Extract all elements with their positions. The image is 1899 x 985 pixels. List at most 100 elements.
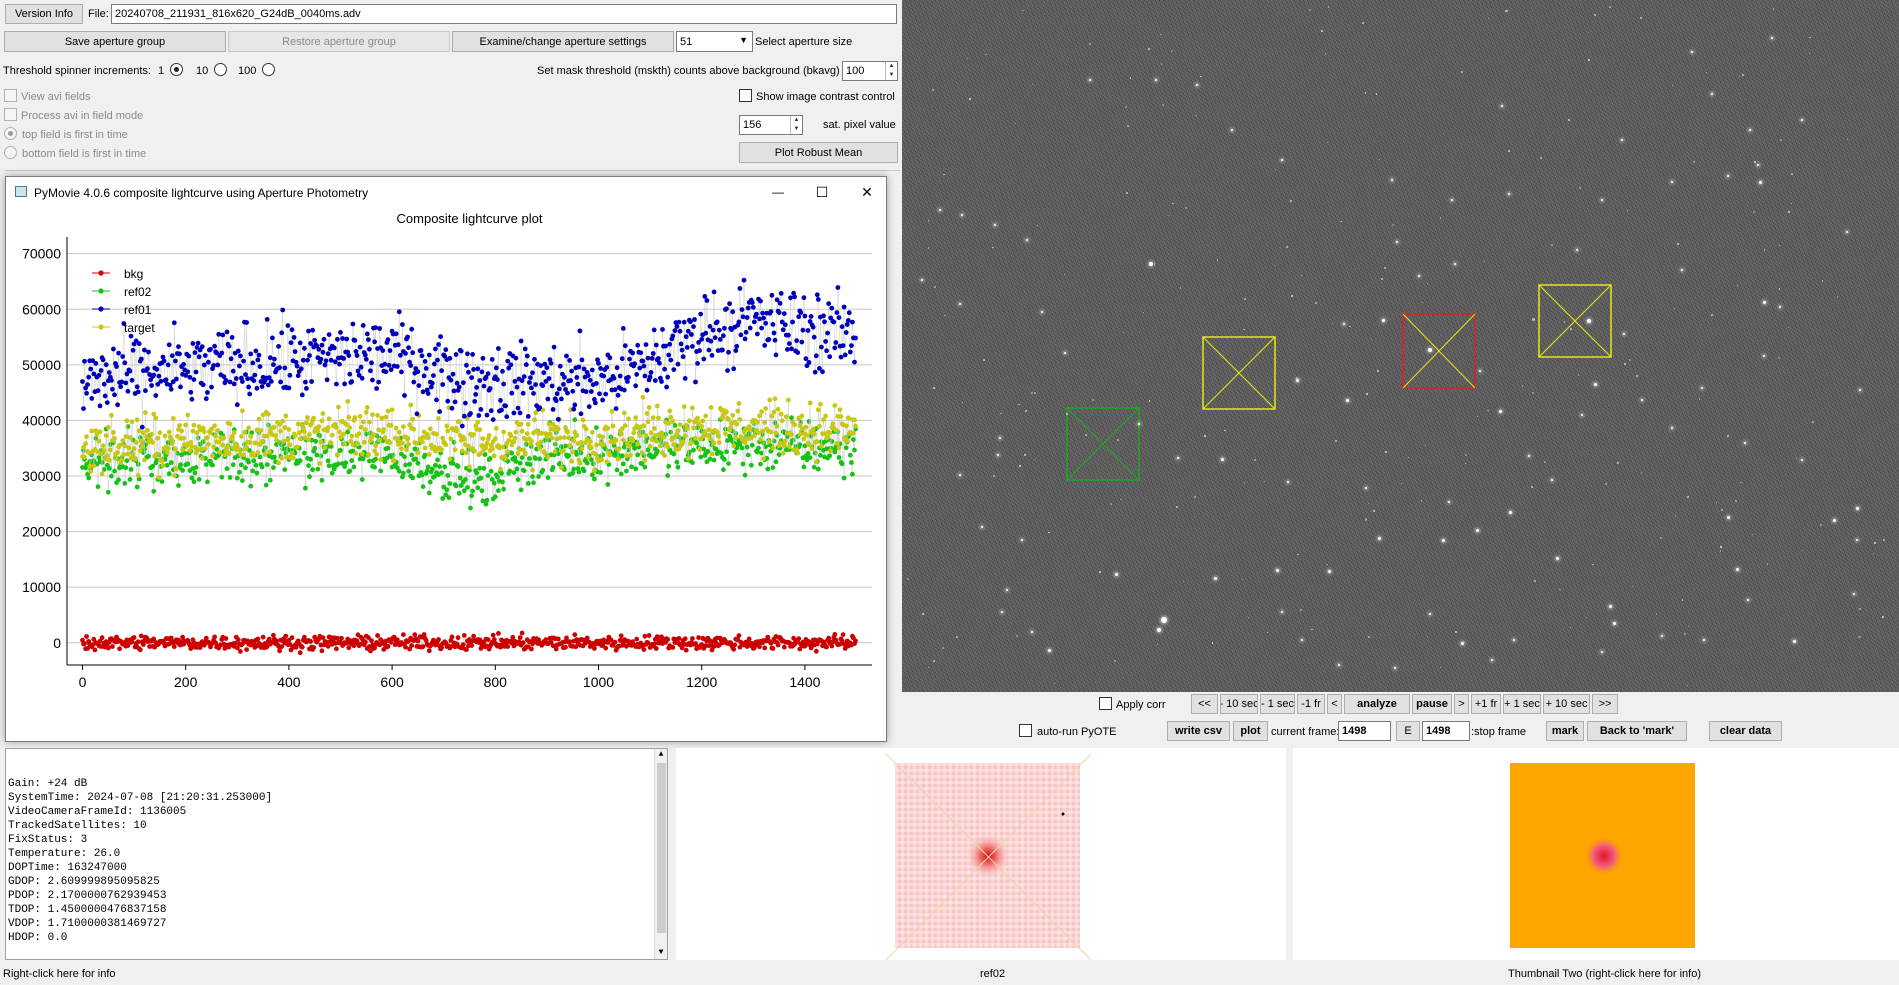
sat-pixel-spinner[interactable]: 156 ▲ ▼ xyxy=(739,115,803,135)
status-info-left[interactable]: Right-click here for info xyxy=(3,968,116,980)
scroll-up-icon[interactable]: ▲ xyxy=(656,750,666,760)
data-point xyxy=(807,455,813,460)
mark-button[interactable]: mark xyxy=(1546,721,1584,741)
star xyxy=(1160,33,1162,35)
first-button[interactable]: << xyxy=(1191,694,1218,714)
maximize-icon[interactable]: ☐ xyxy=(812,182,832,202)
data-point xyxy=(736,401,742,406)
data-point xyxy=(251,378,257,384)
data-point xyxy=(168,386,174,392)
data-point xyxy=(279,455,285,461)
lightcurve-plot-window[interactable]: PyMovie 4.0.6 composite lightcurve using… xyxy=(5,176,887,742)
data-point xyxy=(720,347,725,353)
mask-threshold-spinner[interactable]: 100 ▲ ▼ xyxy=(842,61,898,81)
data-point xyxy=(469,375,474,380)
data-point xyxy=(114,364,119,369)
step-forward-button[interactable]: > xyxy=(1454,694,1469,714)
data-point xyxy=(425,391,431,396)
star xyxy=(1031,631,1033,633)
data-point xyxy=(529,438,534,444)
threshold-opt-10-radio[interactable] xyxy=(214,63,227,76)
data-point xyxy=(668,357,674,363)
auto-run-pyote-checkbox[interactable] xyxy=(1019,724,1032,737)
status-thumb-two[interactable]: Thumbnail Two (right-click here for info… xyxy=(1508,968,1701,980)
minus-1-frame-button[interactable]: -1 fr xyxy=(1297,694,1325,714)
plus-10-sec-button[interactable]: + 10 sec xyxy=(1543,694,1590,714)
apply-corr-checkbox[interactable] xyxy=(1099,697,1112,710)
restore-aperture-group-button[interactable]: Restore aperture group xyxy=(228,31,450,52)
data-point xyxy=(208,346,213,352)
plus-1-frame-button[interactable]: +1 fr xyxy=(1471,694,1501,714)
last-button[interactable]: >> xyxy=(1592,694,1618,714)
data-point xyxy=(475,419,481,425)
aperture-yellow-1[interactable] xyxy=(1202,336,1276,410)
back-to-mark-button[interactable]: Back to 'mark' xyxy=(1587,721,1687,741)
star xyxy=(1873,542,1876,544)
data-point xyxy=(456,419,462,424)
bottom-field-first-radio[interactable] xyxy=(4,146,17,159)
star xyxy=(1177,457,1179,459)
analyze-button[interactable]: analyze xyxy=(1344,694,1410,714)
clear-data-button[interactable]: clear data xyxy=(1709,721,1782,741)
data-point xyxy=(405,437,410,442)
data-point xyxy=(775,406,781,412)
data-point xyxy=(180,468,186,473)
plot-robust-mean-button[interactable]: Plot Robust Mean xyxy=(739,142,898,163)
info-scrollbar[interactable]: ▲ ▼ xyxy=(654,749,667,959)
scroll-thumb[interactable] xyxy=(657,763,666,933)
spinner-arrows-icon[interactable]: ▲ ▼ xyxy=(885,62,897,80)
save-aperture-group-button[interactable]: Save aperture group xyxy=(4,31,226,52)
top-field-first-radio[interactable] xyxy=(4,127,17,140)
aperture-green[interactable] xyxy=(1066,407,1140,481)
view-avi-fields-checkbox[interactable] xyxy=(4,89,17,102)
video-frame-image[interactable] xyxy=(902,0,1899,692)
version-info-button[interactable]: Version Info xyxy=(5,4,83,24)
data-point xyxy=(237,447,242,453)
data-point xyxy=(850,319,855,325)
aperture-red[interactable] xyxy=(1402,313,1476,389)
data-point xyxy=(514,466,520,472)
file-path-field[interactable]: 20240708_211931_816x620_G24dB_0040ms.adv xyxy=(111,4,897,24)
data-point xyxy=(484,497,490,503)
data-point xyxy=(654,448,660,454)
threshold-opt-100-radio[interactable] xyxy=(262,63,275,76)
show-contrast-checkbox[interactable] xyxy=(739,89,752,102)
aperture-yellow-2[interactable] xyxy=(1538,284,1612,358)
data-point xyxy=(501,381,506,387)
minus-1-sec-button[interactable]: - 1 sec xyxy=(1260,694,1295,714)
star xyxy=(1858,608,1861,610)
star xyxy=(1155,79,1157,81)
stop-frame-field[interactable]: 1498 xyxy=(1422,721,1470,741)
spinner-arrows-icon[interactable]: ▲ ▼ xyxy=(790,116,802,134)
aperture-size-select[interactable]: 51 ▼ xyxy=(676,31,753,52)
minimize-icon[interactable]: — xyxy=(768,182,788,202)
data-point xyxy=(289,450,295,456)
data-point xyxy=(716,440,722,445)
data-point xyxy=(425,435,431,441)
data-point xyxy=(231,381,237,387)
info-text-area[interactable]: Gain: +24 dB SystemTime: 2024-07-08 [21:2… xyxy=(5,748,668,960)
plot-button[interactable]: plot xyxy=(1233,721,1268,741)
star xyxy=(1345,398,1349,402)
pause-button[interactable]: pause xyxy=(1412,694,1452,714)
examine-aperture-settings-button[interactable]: Examine/change aperture settings xyxy=(452,31,674,52)
data-point xyxy=(349,433,355,439)
process-avi-field-mode-checkbox[interactable] xyxy=(4,108,17,121)
scroll-down-icon[interactable]: ▼ xyxy=(656,948,666,958)
data-point xyxy=(466,443,471,449)
plus-1-sec-button[interactable]: + 1 sec xyxy=(1503,694,1541,714)
data-point xyxy=(823,339,828,344)
thumbnail-one-panel[interactable] xyxy=(676,748,1286,961)
e-button[interactable]: E xyxy=(1396,721,1420,741)
data-point xyxy=(488,408,494,414)
thumbnail-two-panel[interactable] xyxy=(1293,748,1899,960)
step-back-button[interactable]: < xyxy=(1327,694,1342,714)
threshold-opt-1-radio[interactable] xyxy=(170,63,183,76)
current-frame-field[interactable]: 1498 xyxy=(1338,721,1391,741)
data-point xyxy=(375,412,380,418)
write-csv-button[interactable]: write csv xyxy=(1167,721,1230,741)
close-icon[interactable]: ✕ xyxy=(857,182,877,202)
plot-window-titlebar[interactable]: PyMovie 4.0.6 composite lightcurve using… xyxy=(6,177,886,207)
minus-10-sec-button[interactable]: - 10 sec xyxy=(1220,694,1258,714)
lightcurve-chart[interactable]: Composite lightcurve plot010000200003000… xyxy=(6,207,886,741)
